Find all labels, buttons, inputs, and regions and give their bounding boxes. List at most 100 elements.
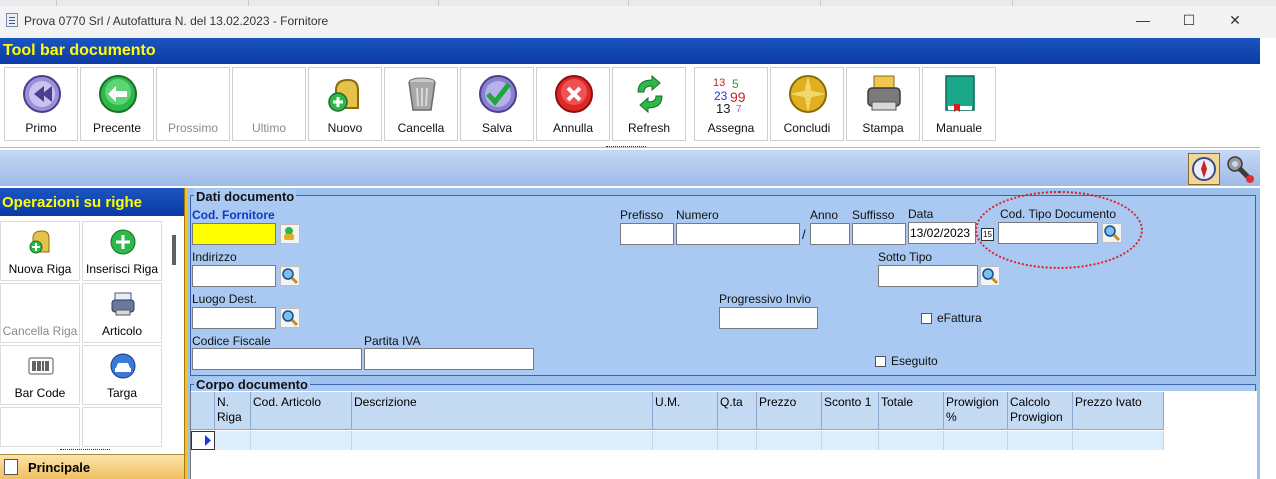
articolo-button[interactable]: Articolo bbox=[82, 283, 162, 343]
sotto-tipo-label: Sotto Tipo bbox=[878, 250, 933, 264]
table-row-cell[interactable] bbox=[352, 431, 653, 450]
col-header-descrizione[interactable]: Descrizione bbox=[352, 392, 653, 430]
back-arrow-icon bbox=[99, 75, 137, 113]
left-panel-resize-grip[interactable] bbox=[60, 449, 110, 452]
inserisci-riga-label: Inserisci Riga bbox=[85, 262, 159, 276]
data-input[interactable] bbox=[908, 222, 976, 244]
col-header-calcolo-provvigion[interactable]: Calcolo Prowigion bbox=[1008, 392, 1073, 430]
anno-label: Anno bbox=[810, 208, 839, 222]
col-header-sconto-1[interactable]: Sconto 1 bbox=[822, 392, 879, 430]
search-icon bbox=[282, 310, 299, 327]
col-header-qta[interactable]: Q.ta bbox=[718, 392, 757, 430]
table-row-cell[interactable] bbox=[757, 431, 822, 450]
close-button[interactable]: ✕ bbox=[1220, 9, 1250, 31]
minimize-button[interactable]: — bbox=[1128, 9, 1158, 31]
cancella-riga-button[interactable]: Cancella Riga bbox=[0, 283, 80, 343]
cancel-icon bbox=[555, 75, 593, 113]
svg-text:99: 99 bbox=[730, 89, 746, 105]
col-header-provvigion-pct[interactable]: Prowigion % bbox=[944, 392, 1008, 430]
concludi-label: Concludi bbox=[783, 121, 831, 135]
table-row-cell[interactable] bbox=[879, 431, 944, 450]
svg-text:7: 7 bbox=[736, 104, 742, 114]
svg-text:13: 13 bbox=[716, 101, 730, 114]
prossimo-button[interactable]: Prossimo bbox=[156, 67, 230, 141]
sotto-tipo-input[interactable] bbox=[878, 265, 978, 287]
bar-code-button[interactable]: Bar Code bbox=[0, 345, 80, 405]
col-header-um[interactable]: U.M. bbox=[653, 392, 718, 430]
left-panel-title: Operazioni su righe bbox=[0, 188, 184, 216]
left-panel-scrollbar[interactable] bbox=[172, 235, 176, 265]
cancella-button[interactable]: Cancella bbox=[384, 67, 458, 141]
table-row-cell[interactable] bbox=[822, 431, 879, 450]
assegna-button[interactable]: 13 5 23 99 13 7 Assegna bbox=[694, 67, 768, 141]
targa-label: Targa bbox=[106, 386, 138, 400]
partita-iva-label: Partita IVA bbox=[364, 334, 421, 348]
car-icon bbox=[110, 353, 136, 379]
col-header-totale[interactable]: Totale bbox=[879, 392, 944, 430]
row-selector[interactable] bbox=[191, 431, 215, 450]
table-row-cell[interactable] bbox=[944, 431, 1008, 450]
table-row-cell[interactable] bbox=[251, 431, 352, 450]
article-icon bbox=[111, 292, 135, 316]
anno-input[interactable] bbox=[810, 223, 850, 245]
targa-button[interactable]: Targa bbox=[82, 345, 162, 405]
data-label: Data bbox=[908, 207, 934, 221]
toolbar-resize-grip[interactable] bbox=[606, 146, 646, 149]
suffisso-input[interactable] bbox=[852, 223, 906, 245]
app-icon bbox=[6, 13, 18, 27]
new-bell-icon bbox=[328, 78, 359, 112]
maximize-button[interactable]: ☐ bbox=[1174, 9, 1204, 31]
col-header-prezzo-ivato[interactable]: Prezzo Ivato bbox=[1073, 392, 1164, 430]
checkmark-icon bbox=[479, 75, 517, 113]
table-row-cell[interactable] bbox=[1008, 431, 1073, 450]
prefisso-input[interactable] bbox=[620, 223, 674, 245]
bar-code-label: Bar Code bbox=[14, 386, 66, 400]
corpo-documento-title: Corpo documento bbox=[194, 377, 310, 392]
refresh-label: Refresh bbox=[627, 121, 671, 135]
new-row-icon bbox=[29, 230, 50, 254]
eseguito-checkbox[interactable] bbox=[875, 356, 886, 367]
refresh-button[interactable]: Refresh bbox=[612, 67, 686, 141]
barcode-icon bbox=[28, 357, 54, 375]
table-row-cell[interactable] bbox=[1073, 431, 1164, 450]
numero-input[interactable] bbox=[676, 223, 800, 245]
search-icon bbox=[282, 268, 299, 285]
codice-fiscale-input[interactable] bbox=[192, 348, 362, 370]
nuovo-button[interactable]: Nuovo bbox=[308, 67, 382, 141]
annulla-button[interactable]: Annulla bbox=[536, 67, 610, 141]
luogo-dest-lookup-button[interactable] bbox=[280, 308, 300, 328]
taskbar-strip bbox=[0, 0, 1276, 6]
table-row-cell[interactable] bbox=[215, 431, 251, 450]
table-row-cell[interactable] bbox=[653, 431, 718, 450]
partita-iva-input[interactable] bbox=[364, 348, 534, 370]
primo-button[interactable]: Primo bbox=[4, 67, 78, 141]
col-header-n-riga[interactable]: N. Riga bbox=[215, 392, 251, 430]
indirizzo-lookup-button[interactable] bbox=[280, 266, 300, 286]
manuale-button[interactable]: Manuale bbox=[922, 67, 996, 141]
prefisso-label: Prefisso bbox=[620, 208, 664, 222]
col-header-prezzo[interactable]: Prezzo bbox=[757, 392, 822, 430]
wrench-tools-icon[interactable] bbox=[1224, 153, 1256, 185]
sotto-tipo-lookup-button[interactable] bbox=[980, 266, 1000, 286]
luogo-dest-input[interactable] bbox=[192, 307, 276, 329]
cod-fornitore-lookup-button[interactable] bbox=[280, 224, 300, 244]
progressivo-invio-input[interactable] bbox=[719, 307, 818, 329]
document-icon bbox=[4, 459, 18, 475]
cod-fornitore-input[interactable] bbox=[192, 223, 276, 245]
salva-button[interactable]: Salva bbox=[460, 67, 534, 141]
precente-button[interactable]: Precente bbox=[80, 67, 154, 141]
ultimo-button[interactable]: Ultimo bbox=[232, 67, 306, 141]
luogo-dest-label: Luogo Dest. bbox=[192, 292, 257, 306]
inserisci-riga-button[interactable]: Inserisci Riga bbox=[82, 221, 162, 281]
indirizzo-input[interactable] bbox=[192, 265, 276, 287]
grid-row-indicator-header bbox=[191, 392, 215, 430]
efattura-checkbox[interactable] bbox=[921, 313, 932, 324]
compass-settings-icon[interactable] bbox=[1188, 153, 1220, 185]
refresh-icon bbox=[637, 74, 663, 114]
concludi-button[interactable]: Concludi bbox=[770, 67, 844, 141]
nuova-riga-button[interactable]: Nuova Riga bbox=[0, 221, 80, 281]
col-header-cod-articolo[interactable]: Cod. Articolo bbox=[251, 392, 352, 430]
nuovo-label: Nuovo bbox=[327, 121, 363, 135]
stampa-button[interactable]: Stampa bbox=[846, 67, 920, 141]
table-row-cell[interactable] bbox=[718, 431, 757, 450]
